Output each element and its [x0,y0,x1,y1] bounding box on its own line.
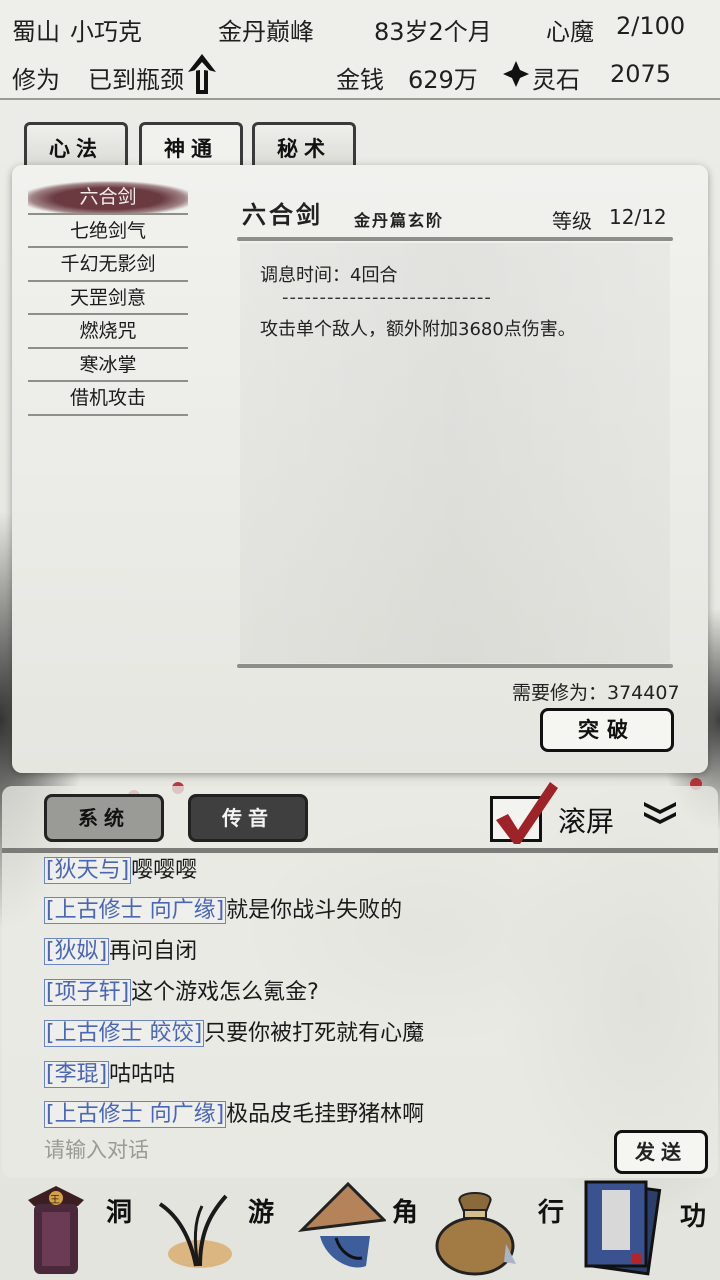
nav-label-skills[interactable]: 功 [680,1196,706,1233]
nav-label-character[interactable]: 角 [392,1192,418,1229]
chat-sender-link[interactable]: [李琨] [44,1061,110,1088]
chat-sender-link[interactable]: [项子轩] [44,979,132,1006]
chat-message: [狄姒]再问自闭 [44,933,197,965]
skill-item[interactable]: 燃烧咒 [28,315,188,349]
send-button[interactable]: 发送 [614,1130,708,1174]
skill-item[interactable]: 六合剑 [28,181,188,215]
skill-item[interactable]: 七绝剑气 [28,215,188,248]
chat-tab-voice[interactable]: 传音 [188,794,308,842]
chat-text: 咕咕咕 [109,1062,176,1087]
realm-text: 金丹巅峰 [218,18,314,46]
demon-label: 心魔 [546,18,594,46]
chat-text: 再问自闭 [109,939,198,964]
book-icon[interactable] [580,1176,676,1280]
breakthrough-button[interactable]: 突破 [540,708,674,752]
chat-text: 只要你被打死就有心魔 [204,1021,425,1046]
money-label: 金钱 [336,66,384,94]
chat-sender-link[interactable]: [狄天与] [44,857,132,884]
money-value: 629万 [408,66,478,94]
skill-panel: 六合剑 七绝剑气 千幻无影剑 天罡剑意 燃烧咒 寒冰掌 借机攻击 六合剑 金丹篇… [12,165,708,773]
chat-message: [狄天与]嘤嘤嘤 [44,852,197,884]
nav-label-travel[interactable]: 游 [248,1192,274,1229]
chat-sender-link[interactable]: [上古修士 向广缘] [44,1101,227,1128]
skill-item[interactable]: 寒冰掌 [28,349,188,382]
skill-description: 攻击单个敌人，额外附加3680点伤害。 [260,319,576,340]
breakthrough-arrow-icon[interactable] [186,52,218,96]
required-cultivation: 需要修为：374407 [512,682,680,704]
chat-sender-link[interactable]: [上古修士 皎饺] [44,1020,205,1047]
level-value: 12/12 [609,205,667,229]
straw-hat-icon[interactable] [296,1180,386,1278]
chat-tab-system[interactable]: 系统 [44,794,164,842]
chat-sender-link[interactable]: [狄姒] [44,938,110,965]
chat-message: [项子轩]这个游戏怎么氪金? [44,974,319,1006]
chat-text: 这个游戏怎么氪金? [131,980,319,1005]
level-label: 等级 [552,209,592,233]
skill-item[interactable]: 借机攻击 [28,382,188,416]
divider [237,237,673,241]
cave-lantern-icon[interactable]: 王 [8,1178,104,1278]
chat-sender-link[interactable]: [上古修士 向广缘] [44,897,227,924]
chat-text: 极品皮毛挂野猪林啊 [226,1102,425,1127]
svg-text:王: 王 [50,1195,60,1206]
chat-text: 就是你战斗失败的 [226,898,403,923]
scroll-label: 滚屏 [558,805,615,838]
spirit-stone-value: 2075 [610,60,672,88]
chat-panel: 系统 传音 滚屏 [狄天与]嘤嘤嘤 [上古修士 向广缘]就是你战斗失败的 [狄姒… [2,782,718,1178]
status-header: 蜀山 小巧克 金丹巅峰 83岁2个月 心魔 2/100 修为 已到瓶颈 金钱 6… [0,0,720,100]
divider [237,664,673,668]
chat-message: [上古修士 向广缘]就是你战斗失败的 [44,892,402,924]
nav-label-bag[interactable]: 行 [538,1192,564,1229]
chat-text: 嘤嘤嘤 [131,858,198,883]
bag-icon[interactable] [430,1182,520,1278]
age-text: 83岁2个月 [374,18,492,46]
skill-title: 六合剑 [242,200,323,229]
skill-item[interactable]: 天罡剑意 [28,282,188,315]
chat-message: [李琨]咕咕咕 [44,1056,175,1088]
spirit-stone-icon [503,61,529,87]
chat-input[interactable] [44,1138,564,1162]
skill-item[interactable]: 千幻无影剑 [28,248,188,282]
cultivation-label: 修为 [12,66,60,94]
spirit-stone-label: 灵石 [532,66,580,94]
chat-message: [上古修士 向广缘]极品皮毛挂野猪林啊 [44,1096,424,1128]
grass-icon[interactable] [150,1186,240,1276]
cultivation-status: 已到瓶颈 [88,66,184,94]
cooldown-text: 调息时间：4回合 [260,265,398,286]
demon-value: 2/100 [616,12,686,40]
nav-label-cave[interactable]: 洞 [106,1192,132,1229]
chevron-down-icon[interactable] [642,800,678,826]
separator-line: ---------------------------- [282,287,492,308]
skill-list: 六合剑 七绝剑气 千幻无影剑 天罡剑意 燃烧咒 寒冰掌 借机攻击 [28,181,188,416]
chat-message: [上古修士 皎饺]只要你被打死就有心魔 [44,1015,424,1047]
location-text: 蜀山 [12,18,60,46]
skill-tier: 金丹篇玄阶 [354,211,445,230]
checkmark-icon [496,782,558,844]
player-name: 小巧克 [70,18,142,46]
